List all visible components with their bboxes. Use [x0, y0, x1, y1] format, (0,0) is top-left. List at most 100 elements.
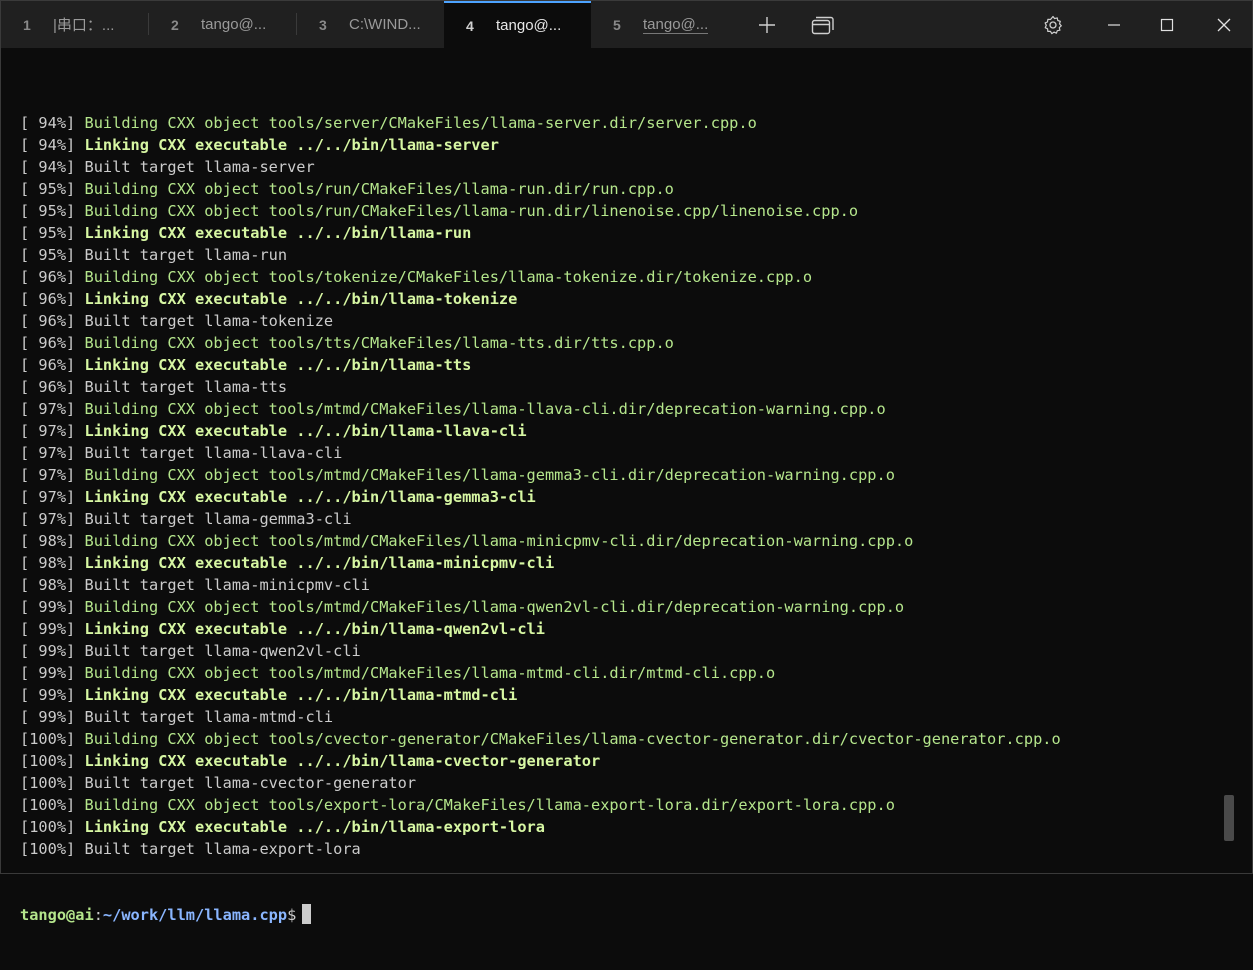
close-icon: [1217, 18, 1231, 31]
progress-percent: [100%]: [20, 752, 76, 770]
progress-percent: [ 99%]: [20, 642, 76, 660]
line-text-link: Linking CXX executable ../../bin/llama-t…: [84, 356, 472, 374]
line-text-link: Linking CXX executable ../../bin/llama-l…: [84, 422, 527, 440]
output-line: [ 96%] Built target llama-tts: [20, 376, 1222, 398]
line-text-build: Building CXX object tools/mtmd/CMakeFile…: [84, 532, 914, 550]
line-text-built: Built target llama-export-lora: [84, 840, 361, 858]
line-text-built: Built target llama-llava-cli: [84, 444, 343, 462]
output-line: [ 98%] Built target llama-minicpmv-cli: [20, 574, 1222, 596]
output-line: [ 95%] Building CXX object tools/run/CMa…: [20, 178, 1222, 200]
progress-percent: [100%]: [20, 774, 76, 792]
tab-dropdown-button[interactable]: [805, 1, 841, 48]
close-button[interactable]: [1201, 1, 1247, 48]
tab-title: tango@...: [643, 15, 709, 34]
window-stack-icon: [811, 16, 834, 34]
output-line: [100%] Linking CXX executable ../../bin/…: [20, 750, 1222, 772]
prompt-path: ~/work/llm/llama.cpp: [102, 906, 288, 924]
line-text-build: Building CXX object tools/mtmd/CMakeFile…: [84, 664, 776, 682]
tab-2[interactable]: 2 tango@...: [149, 1, 296, 48]
line-text-built: Built target llama-run: [84, 246, 288, 264]
progress-percent: [ 96%]: [20, 268, 76, 286]
output-line: [ 94%] Building CXX object tools/server/…: [20, 112, 1222, 134]
output-line: [ 94%] Linking CXX executable ../../bin/…: [20, 134, 1222, 156]
tab-title: tango@...: [201, 16, 267, 33]
output-line: [ 96%] Linking CXX executable ../../bin/…: [20, 288, 1222, 310]
line-text-built: Built target llama-minicpmv-cli: [84, 576, 370, 594]
terminal-output[interactable]: [ 94%] Building CXX object tools/server/…: [20, 68, 1222, 924]
progress-percent: [ 94%]: [20, 114, 76, 132]
tab-5[interactable]: 5 tango@...: [591, 1, 738, 48]
line-text-build: Building CXX object tools/export-lora/CM…: [84, 796, 895, 814]
progress-percent: [ 97%]: [20, 488, 76, 506]
tab-1[interactable]: 1 |串口：...: [1, 1, 148, 48]
tab-title: |串口：...: [53, 17, 115, 34]
line-text-link: Linking CXX executable ../../bin/llama-c…: [84, 752, 601, 770]
output-line: [100%] Linking CXX executable ../../bin/…: [20, 816, 1222, 838]
progress-percent: [100%]: [20, 818, 76, 836]
tab-4[interactable]: 4 tango@...: [444, 1, 591, 48]
progress-percent: [ 96%]: [20, 290, 76, 308]
progress-percent: [ 95%]: [20, 246, 76, 264]
tab-3[interactable]: 3 C:\WIND...: [297, 1, 444, 48]
progress-percent: [ 97%]: [20, 444, 76, 462]
line-text-build: Building CXX object tools/mtmd/CMakeFile…: [84, 466, 895, 484]
progress-percent: [ 97%]: [20, 400, 76, 418]
progress-percent: [ 95%]: [20, 224, 76, 242]
output-line: [ 97%] Linking CXX executable ../../bin/…: [20, 486, 1222, 508]
progress-percent: [ 96%]: [20, 378, 76, 396]
output-line: [ 97%] Building CXX object tools/mtmd/CM…: [20, 398, 1222, 420]
line-text-build: Building CXX object tools/tts/CMakeFiles…: [84, 334, 674, 352]
tab-number: 1: [23, 16, 31, 33]
output-lines: [ 94%] Building CXX object tools/server/…: [20, 112, 1222, 860]
settings-button[interactable]: [1031, 1, 1075, 48]
minimize-icon: [1108, 23, 1120, 26]
prompt-user-host: tango@ai: [20, 906, 94, 924]
gear-icon: [1044, 15, 1062, 34]
output-line: [100%] Building CXX object tools/export-…: [20, 794, 1222, 816]
line-text-build: Building CXX object tools/mtmd/CMakeFile…: [84, 598, 905, 616]
output-line: [100%] Building CXX object tools/cvector…: [20, 728, 1222, 750]
minimize-button[interactable]: [1091, 1, 1137, 48]
scrollbar[interactable]: [1224, 67, 1234, 841]
line-text-build: Building CXX object tools/server/CMakeFi…: [84, 114, 757, 132]
progress-percent: [ 99%]: [20, 664, 76, 682]
output-line: [100%] Built target llama-cvector-genera…: [20, 772, 1222, 794]
tab-title: tango@...: [496, 17, 562, 34]
output-line: [ 97%] Building CXX object tools/mtmd/CM…: [20, 464, 1222, 486]
scrollbar-thumb[interactable]: [1224, 795, 1234, 841]
progress-percent: [100%]: [20, 730, 76, 748]
progress-percent: [ 99%]: [20, 620, 76, 638]
line-text-build: Building CXX object tools/tokenize/CMake…: [84, 268, 813, 286]
line-text-built: Built target llama-cvector-generator: [84, 774, 417, 792]
maximize-button[interactable]: [1144, 1, 1190, 48]
output-line: [100%] Built target llama-export-lora: [20, 838, 1222, 860]
line-text-link: Linking CXX executable ../../bin/llama-q…: [84, 620, 545, 638]
output-line: [ 95%] Building CXX object tools/run/CMa…: [20, 200, 1222, 222]
progress-percent: [ 98%]: [20, 532, 76, 550]
progress-percent: [ 95%]: [20, 180, 76, 198]
line-text-link: Linking CXX executable ../../bin/llama-m…: [84, 686, 518, 704]
line-text-link: Linking CXX executable ../../bin/llama-m…: [84, 554, 555, 572]
output-line: [ 95%] Built target llama-run: [20, 244, 1222, 266]
prompt-separator: :: [93, 906, 103, 924]
line-text-link: Linking CXX executable ../../bin/llama-r…: [84, 224, 472, 242]
progress-percent: [ 99%]: [20, 598, 76, 616]
progress-percent: [ 96%]: [20, 312, 76, 330]
line-text-build: Building CXX object tools/mtmd/CMakeFile…: [84, 400, 886, 418]
output-line: [ 96%] Building CXX object tools/tts/CMa…: [20, 332, 1222, 354]
new-tab-button[interactable]: [749, 1, 785, 48]
tab-title: C:\WIND...: [349, 16, 421, 33]
output-line: [ 99%] Built target llama-qwen2vl-cli: [20, 640, 1222, 662]
line-text-built: Built target llama-tokenize: [84, 312, 334, 330]
output-line: [ 94%] Built target llama-server: [20, 156, 1222, 178]
line-text-link: Linking CXX executable ../../bin/llama-g…: [84, 488, 536, 506]
output-line: [ 99%] Linking CXX executable ../../bin/…: [20, 684, 1222, 706]
progress-percent: [ 94%]: [20, 158, 76, 176]
progress-percent: [ 96%]: [20, 334, 76, 352]
line-text-link: Linking CXX executable ../../bin/llama-e…: [84, 818, 545, 836]
progress-percent: [ 99%]: [20, 708, 76, 726]
progress-percent: [ 94%]: [20, 136, 76, 154]
plus-icon: [759, 16, 775, 33]
output-line: [ 97%] Built target llama-llava-cli: [20, 442, 1222, 464]
shell-prompt[interactable]: tango@ai:~/work/llm/llama.cpp$: [20, 904, 1222, 926]
